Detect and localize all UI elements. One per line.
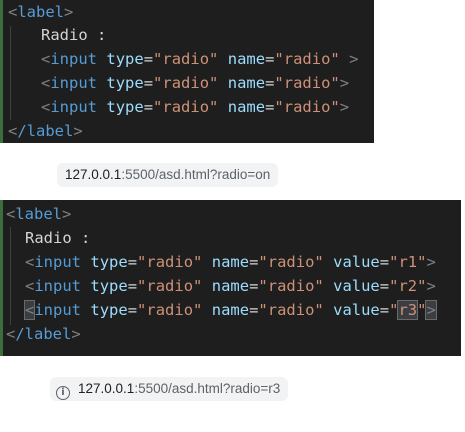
gutter-change-bar bbox=[0, 0, 3, 143]
code-line-text: Radio : bbox=[41, 26, 107, 44]
code-line-label-close: </label> bbox=[6, 325, 81, 343]
url-path: :5500/asd.html?radio=r3 bbox=[134, 381, 281, 396]
indent-guide bbox=[10, 227, 11, 325]
code-line-input-3: <input type="radio" name="radio" value="… bbox=[23, 300, 437, 320]
address-bar-url-1[interactable]: 127.0.0.1:5500/asd.html?radio=on bbox=[57, 163, 279, 187]
code-line-input-2: <input type="radio" name="radio"> bbox=[41, 74, 350, 92]
code-editor-snippet-1: <label> Radio : <input type="radio" name… bbox=[0, 0, 374, 143]
code-editor-snippet-2: <label> Radio : <input type="radio" name… bbox=[0, 200, 461, 356]
code-line-input-1: <input type="radio" name="radio" > bbox=[41, 50, 359, 68]
code-line-label-open: <label> bbox=[6, 205, 72, 223]
code-line-label-open: <label> bbox=[8, 3, 74, 21]
code-line-input-1: <input type="radio" name="radio" value="… bbox=[25, 253, 436, 271]
code-line-text: Radio : bbox=[25, 229, 91, 247]
url-host: 127.0.0.1 bbox=[65, 167, 122, 182]
info-icon[interactable]: i bbox=[56, 386, 70, 400]
url-host: 127.0.0.1 bbox=[78, 381, 135, 396]
code-line-label-close: </label> bbox=[8, 122, 83, 140]
code-line-input-3: <input type="radio" name="radio"> bbox=[41, 98, 350, 116]
gutter-change-bar bbox=[0, 200, 3, 356]
indent-guide bbox=[10, 26, 11, 120]
url-path: :5500/asd.html?radio=on bbox=[121, 167, 271, 182]
address-bar-url-2[interactable]: i 127.0.0.1:5500/asd.html?radio=r3 bbox=[50, 377, 289, 401]
code-line-input-2: <input type="radio" name="radio" value="… bbox=[25, 277, 436, 295]
